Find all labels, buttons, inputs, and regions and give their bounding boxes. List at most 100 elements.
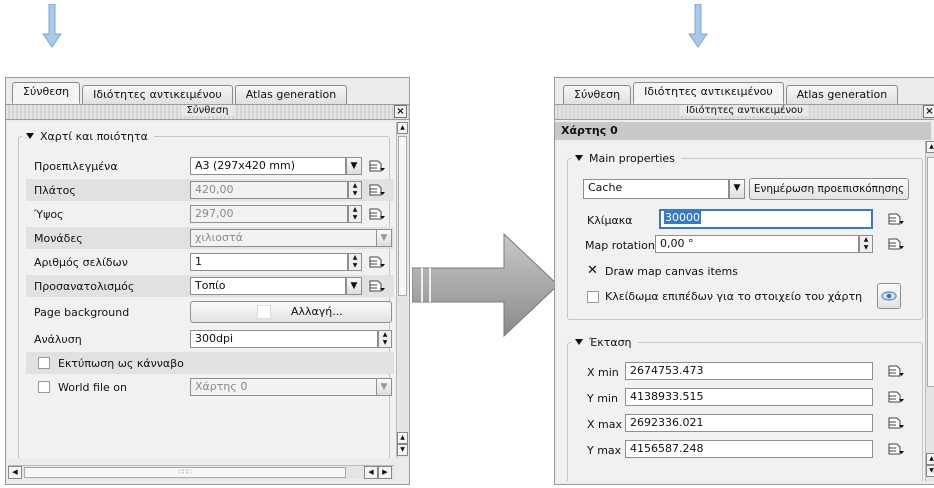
ymax-field[interactable]: 4156587.248: [625, 440, 873, 458]
scroll-down-button[interactable]: ▲: [397, 432, 408, 444]
dock-title-bar[interactable]: Ιδιότητες αντικειμένου: [555, 104, 934, 120]
spin-down-icon[interactable]: ▼: [349, 214, 361, 222]
change-background-button[interactable]: Αλλαγή...: [190, 301, 392, 323]
orientation-row: Προσανατολισμός Τοπίο ▼: [26, 275, 394, 297]
width-spinner[interactable]: ▲ ▼: [348, 181, 362, 199]
dock-title: Σύνθεση: [180, 105, 235, 116]
tab-item-properties[interactable]: Ιδιότητες αντικειμένου: [633, 82, 784, 104]
collapse-triangle-icon: [575, 155, 583, 161]
composition-panel: Σύνθεση Ιδιότητες αντικειμένου Atlas gen…: [5, 77, 410, 485]
tab-item-properties[interactable]: Ιδιότητες αντικειμένου: [82, 85, 233, 104]
composition-content: Χαρτί και ποιότητα Προεπιλεγμένα A3 (297…: [8, 122, 396, 458]
cache-dropdown-button[interactable]: ▼: [729, 179, 745, 199]
scroll-up-button[interactable]: ▲: [926, 141, 934, 153]
close-dock-button[interactable]: ×: [394, 105, 407, 118]
map-rotation-field[interactable]: 0,00 °: [655, 235, 859, 253]
data-defined-icon[interactable]: [887, 212, 905, 226]
height-spinner[interactable]: ▲ ▼: [348, 205, 362, 223]
scroll-right-button[interactable]: ▶: [378, 466, 392, 479]
raster-row: Εκτύπωση ως κάνναβο: [26, 352, 394, 374]
data-defined-icon[interactable]: [368, 207, 386, 221]
spin-up-icon[interactable]: ▲: [860, 236, 872, 244]
xmin-label: X min: [587, 366, 619, 379]
print-as-raster-label: Εκτύπωση ως κάνναβο: [58, 357, 184, 370]
world-file-map-select[interactable]: Χάρτης 0: [190, 378, 378, 396]
spin-up-icon[interactable]: ▲: [349, 254, 361, 262]
scroll-down-button-2[interactable]: ▼: [926, 465, 934, 477]
ymin-field[interactable]: 4138933.515: [625, 388, 873, 406]
paper-quality-group-title[interactable]: Χαρτί και ποιότητα: [22, 130, 154, 143]
scroll-thumb[interactable]: [398, 136, 407, 296]
spin-up-icon[interactable]: ▲: [349, 206, 361, 214]
group-title-text: Χαρτί και ποιότητα: [40, 130, 148, 143]
units-label: Μονάδες: [34, 232, 83, 245]
presets-select[interactable]: A3 (297x420 mm): [190, 157, 346, 175]
tab-atlas-generation[interactable]: Atlas generation: [234, 85, 348, 104]
change-button-label: Αλλαγή...: [291, 305, 343, 318]
data-defined-icon[interactable]: [368, 183, 386, 197]
left-horizontal-scrollbar[interactable]: ◀ ∷∷∷ ◀ ▶: [8, 465, 394, 479]
left-vertical-scrollbar[interactable]: ▲ ▲ ▼: [396, 122, 408, 458]
data-defined-icon[interactable]: [887, 364, 905, 378]
data-defined-icon[interactable]: [368, 279, 386, 293]
tab-composition[interactable]: Σύνθεση: [12, 82, 81, 104]
orientation-label: Προσανατολισμός: [34, 280, 135, 293]
update-preview-button[interactable]: Ενημέρωση προεπισκόπησης: [749, 178, 909, 200]
ymax-label: Y max: [587, 444, 622, 457]
scroll-up-button[interactable]: ▲: [397, 122, 408, 134]
spin-down-icon[interactable]: ▼: [860, 244, 872, 252]
world-file-checkbox[interactable]: [38, 381, 50, 393]
units-select[interactable]: χιλιοστά: [190, 229, 378, 247]
height-label: Ύψος: [34, 208, 64, 221]
rotation-spinner[interactable]: ▲ ▼: [859, 235, 873, 253]
scroll-thumb[interactable]: [927, 157, 934, 387]
data-defined-icon[interactable]: [887, 416, 905, 430]
xmax-field[interactable]: 2692336.021: [625, 414, 873, 432]
orientation-dropdown-button[interactable]: ▼: [346, 277, 362, 295]
orientation-select[interactable]: Τοπίο: [190, 277, 346, 295]
data-defined-icon[interactable]: [368, 255, 386, 269]
world-file-dropdown-button[interactable]: ▼: [376, 378, 392, 396]
scroll-left-button[interactable]: ◀: [8, 466, 22, 479]
resolution-field[interactable]: 300dpi: [190, 330, 378, 348]
spin-down-icon[interactable]: ▼: [349, 190, 361, 198]
height-field[interactable]: 297,00: [190, 205, 348, 223]
lock-layers-checkbox[interactable]: [587, 291, 599, 303]
world-file-label: World file on: [58, 381, 127, 394]
width-field[interactable]: 420,00: [190, 181, 348, 199]
scroll-down-button[interactable]: ▲: [926, 453, 934, 465]
print-as-raster-checkbox[interactable]: [38, 357, 50, 369]
spin-up-icon[interactable]: ▲: [349, 182, 361, 190]
tab-atlas-generation[interactable]: Atlas generation: [785, 85, 899, 104]
scale-field[interactable]: 30000: [659, 209, 873, 229]
data-defined-icon[interactable]: [887, 237, 905, 251]
xmin-field[interactable]: 2674753.473: [625, 362, 873, 380]
resolution-row: Ανάλυση 300dpi ▲ ▼: [26, 328, 394, 350]
right-vertical-scrollbar[interactable]: ▲ ▲ ▼: [925, 141, 934, 481]
spin-down-icon[interactable]: ▼: [349, 262, 361, 270]
resolution-spinner[interactable]: ▲ ▼: [378, 330, 392, 348]
width-label: Πλάτος: [34, 184, 76, 197]
layer-visibility-button[interactable]: [877, 283, 901, 309]
draw-items-checkmark[interactable]: ✕: [587, 263, 598, 278]
presets-dropdown-button[interactable]: ▼: [346, 157, 362, 175]
extent-group-title[interactable]: Έκταση: [571, 336, 638, 349]
horizontal-scroll-thumb[interactable]: ∷∷∷: [24, 467, 346, 478]
item-properties-panel: Σύνθεση Ιδιότητες αντικειμένου Atlas gen…: [554, 77, 934, 485]
tab-composition[interactable]: Σύνθεση: [563, 85, 632, 104]
pages-spinner[interactable]: ▲ ▼: [348, 253, 362, 271]
units-dropdown-button[interactable]: ▼: [376, 229, 392, 247]
cache-mode-select[interactable]: Cache: [583, 179, 729, 199]
data-defined-icon[interactable]: [368, 159, 386, 173]
data-defined-icon[interactable]: [887, 390, 905, 404]
spin-down-icon[interactable]: ▼: [379, 339, 391, 347]
pages-field[interactable]: 1: [190, 253, 348, 271]
data-defined-icon[interactable]: [887, 442, 905, 456]
presets-label: Προεπιλεγμένα: [34, 160, 118, 173]
close-dock-button[interactable]: ×: [923, 105, 934, 118]
scroll-left-button-2[interactable]: ◀: [364, 466, 378, 479]
scroll-down-button-2[interactable]: ▼: [397, 444, 408, 456]
main-properties-title[interactable]: Main properties: [571, 152, 681, 165]
dock-title-bar[interactable]: Σύνθεση: [6, 104, 409, 120]
spin-up-icon[interactable]: ▲: [379, 331, 391, 339]
